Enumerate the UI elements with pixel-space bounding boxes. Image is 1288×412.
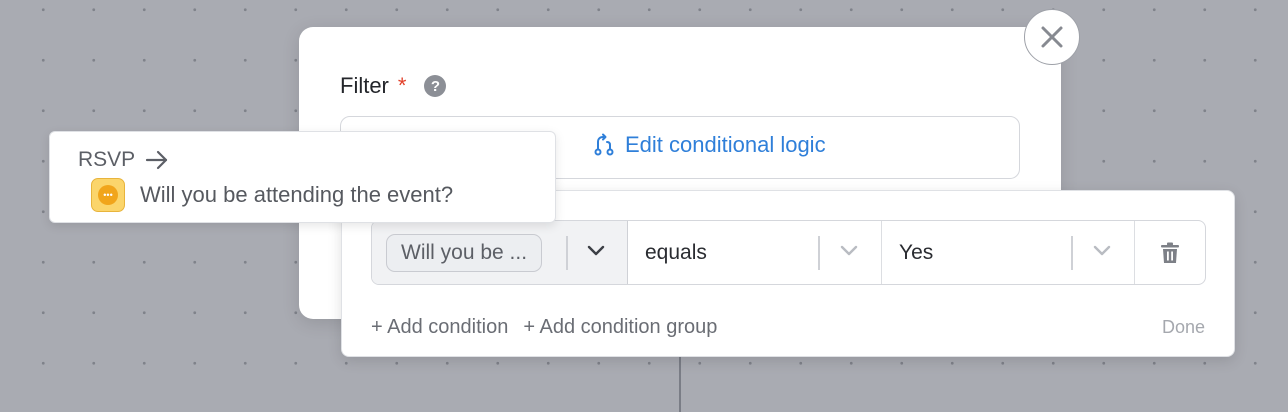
select-divider bbox=[1071, 236, 1073, 270]
condition-row: Will you be ... equals Yes bbox=[371, 220, 1206, 285]
close-icon bbox=[1041, 26, 1063, 48]
rsvp-question-row[interactable]: ••• Will you be attending the event? bbox=[91, 178, 453, 212]
chevron-down-icon[interactable] bbox=[1090, 239, 1114, 263]
filter-label: Filter bbox=[340, 73, 389, 98]
value-value: Yes bbox=[899, 240, 934, 264]
edit-conditional-logic-link[interactable]: Edit conditional logic bbox=[593, 132, 826, 158]
dots-bubble-icon: ••• bbox=[91, 178, 125, 212]
add-condition-group-button[interactable]: + Add condition group bbox=[523, 316, 717, 339]
close-button[interactable] bbox=[1024, 9, 1080, 65]
rsvp-title-row: RSVP bbox=[78, 148, 169, 172]
branch-icon bbox=[594, 133, 614, 156]
operator-value: equals bbox=[645, 240, 707, 264]
rsvp-question-text: Will you be attending the event? bbox=[140, 182, 454, 207]
rsvp-title: RSVP bbox=[78, 148, 136, 171]
required-marker: * bbox=[397, 73, 407, 98]
operator-select[interactable]: equals bbox=[628, 221, 882, 284]
delete-condition-button[interactable] bbox=[1135, 221, 1205, 284]
field-pill: Will you be ... bbox=[386, 233, 543, 272]
rsvp-node-card[interactable]: RSVP ••• Will you be attending the event… bbox=[49, 131, 556, 223]
select-divider bbox=[566, 236, 568, 270]
value-select[interactable]: Yes bbox=[882, 221, 1135, 284]
edit-conditional-logic-label: Edit conditional logic bbox=[625, 132, 826, 157]
chevron-down-icon[interactable] bbox=[837, 239, 861, 263]
select-divider bbox=[818, 236, 820, 270]
help-icon[interactable]: ? bbox=[424, 75, 447, 97]
done-button[interactable]: Done bbox=[1162, 317, 1205, 338]
filter-label-row: Filter * ? bbox=[340, 73, 447, 99]
dots-bubble-glyph: ••• bbox=[98, 185, 118, 205]
chevron-down-icon[interactable] bbox=[584, 239, 608, 263]
field-select[interactable]: Will you be ... bbox=[372, 221, 628, 284]
panel-actions: + Add condition + Add condition group bbox=[371, 316, 717, 339]
add-condition-button[interactable]: + Add condition bbox=[371, 316, 508, 339]
arrow-right-icon bbox=[146, 150, 168, 170]
trash-icon bbox=[1161, 242, 1179, 263]
